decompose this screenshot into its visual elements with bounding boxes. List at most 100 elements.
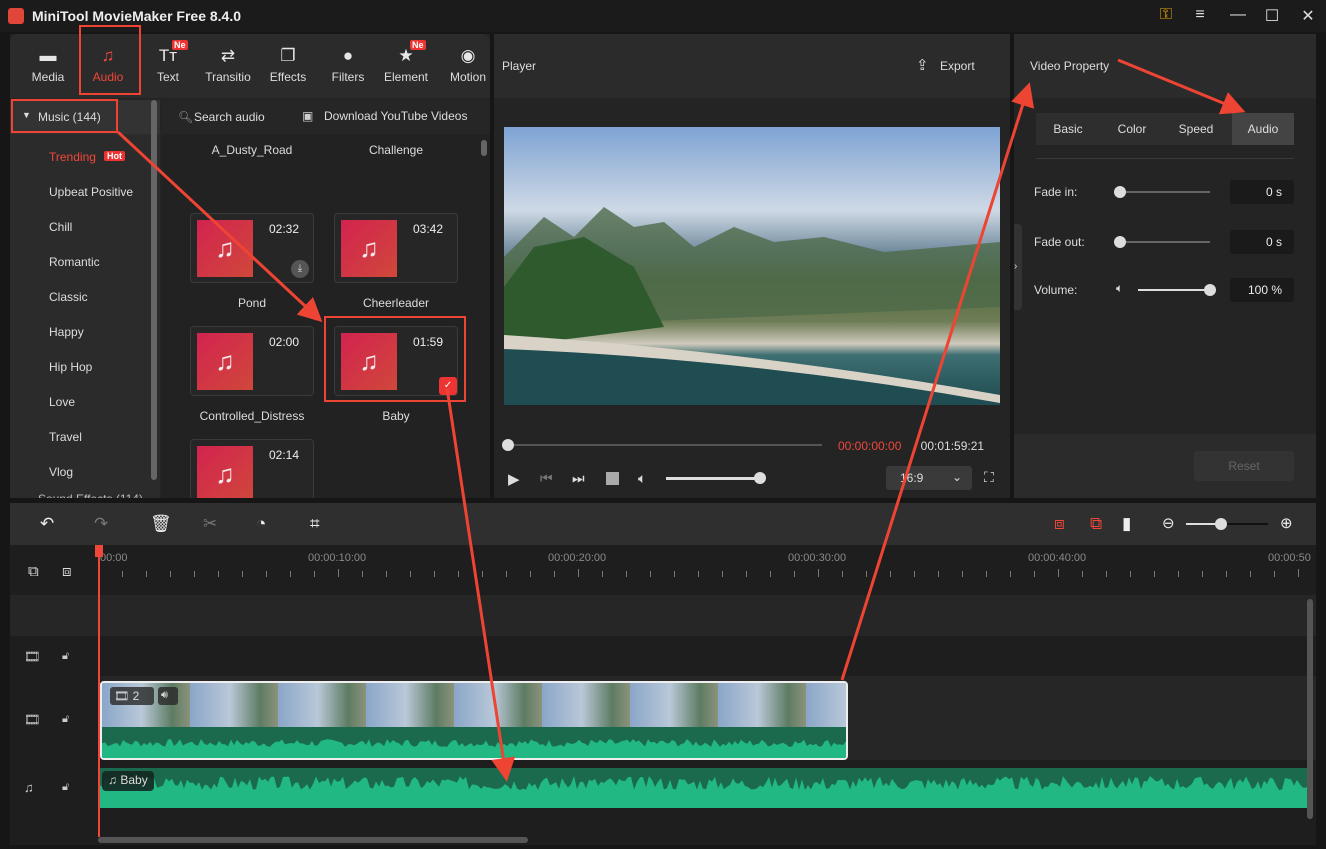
remove-track-icon[interactable]: ⧈ bbox=[62, 563, 72, 580]
tab-filters[interactable]: ●Filters bbox=[318, 34, 378, 98]
tab-basic[interactable]: Basic bbox=[1036, 113, 1100, 145]
fit-icon[interactable]: ⧈ bbox=[1054, 514, 1065, 534]
minimize-button[interactable]: — bbox=[1226, 6, 1250, 24]
fade-in-knob[interactable] bbox=[1114, 186, 1126, 198]
search-audio-button[interactable]: Search audio bbox=[194, 110, 265, 124]
fade-out-knob[interactable] bbox=[1114, 236, 1126, 248]
audio-card[interactable]: ♫02:00 bbox=[190, 326, 314, 396]
music-category-header[interactable]: ▼ Music (144) bbox=[10, 100, 160, 134]
grid-scrollbar[interactable] bbox=[481, 140, 487, 156]
ruler-tick bbox=[770, 571, 771, 577]
app-logo bbox=[8, 8, 24, 24]
volume-icon[interactable]: 🔈︎ bbox=[638, 470, 646, 487]
category-scrollbar[interactable] bbox=[151, 100, 157, 480]
tab-element[interactable]: ★ElementNe bbox=[376, 34, 436, 98]
download-youtube-button[interactable]: Download YouTube Videos bbox=[324, 109, 467, 123]
close-button[interactable]: ✕ bbox=[1296, 6, 1320, 26]
lock-icon[interactable]: 🔓︎ bbox=[62, 650, 69, 663]
category-item[interactable]: Trending bbox=[49, 150, 96, 164]
export-button[interactable]: Export bbox=[940, 59, 975, 73]
ruler-tick bbox=[914, 571, 915, 577]
tab-label: Media bbox=[18, 70, 78, 84]
playhead[interactable] bbox=[98, 545, 100, 837]
play-icon[interactable]: ▶ bbox=[508, 470, 520, 488]
ruler-tick bbox=[506, 571, 507, 577]
split-icon[interactable]: ✂ bbox=[203, 514, 217, 534]
timeline-tracks: 🎞︎ 🔓︎ 🎞︎ 🔓︎ ♫ 🔓︎ 🎞︎ 2 🔊︎ ♫ Baby bbox=[10, 595, 1316, 845]
player-header: Player ⇪ Export bbox=[494, 34, 1010, 98]
sound-effects-header[interactable]: Sound Effects (114) bbox=[38, 492, 143, 498]
fullscreen-icon[interactable]: ⛶ bbox=[984, 469, 994, 486]
volume-slider[interactable] bbox=[666, 477, 760, 480]
audio-card[interactable]: ♫02:14 bbox=[190, 439, 314, 498]
lock-icon[interactable]: 🔓︎ bbox=[62, 781, 69, 794]
property-volume-knob[interactable] bbox=[1204, 284, 1216, 296]
tab-audio[interactable]: Audio bbox=[1232, 113, 1294, 145]
fade-out-value[interactable]: 0 s bbox=[1230, 230, 1294, 254]
aspect-ratio-select[interactable]: 16:9 ⌄ bbox=[886, 466, 972, 490]
video-clip[interactable]: 🎞︎ 2 🔊︎ bbox=[100, 681, 848, 760]
tab-audio[interactable]: ♫Audio bbox=[78, 34, 138, 98]
stop-icon[interactable] bbox=[606, 472, 619, 485]
delete-icon[interactable]: 🗑︎ bbox=[150, 514, 172, 534]
tab-media[interactable]: ▬Media bbox=[18, 34, 78, 98]
volume-knob[interactable] bbox=[754, 472, 766, 484]
video-track-icon: 🎞︎ bbox=[24, 649, 41, 665]
audio-split-icon[interactable]: ▮ bbox=[1122, 514, 1131, 534]
speed-icon[interactable]: ◔ bbox=[256, 514, 266, 534]
category-item[interactable]: Vlog bbox=[49, 465, 73, 479]
collapse-panel-handle[interactable]: › bbox=[1014, 224, 1022, 310]
property-volume-slider[interactable] bbox=[1138, 289, 1210, 291]
lock-icon[interactable]: 🔓︎ bbox=[62, 713, 69, 726]
audio-card[interactable]: ♫03:42 bbox=[334, 213, 458, 283]
timeline-ruler[interactable]: ⧉ ⧈ 00:0000:00:10:0000:00:20:0000:00:30:… bbox=[10, 545, 1316, 595]
fade-in-value[interactable]: 0 s bbox=[1230, 180, 1294, 204]
volume-value[interactable]: 100 % bbox=[1230, 278, 1294, 302]
add-track-icon[interactable]: ⧉ bbox=[28, 563, 39, 580]
playback-knob[interactable] bbox=[502, 439, 514, 451]
zoom-out-icon[interactable]: ⊖ bbox=[1162, 514, 1175, 532]
horizontal-scrollbar[interactable] bbox=[98, 837, 528, 843]
vertical-scrollbar[interactable] bbox=[1307, 599, 1313, 819]
category-item[interactable]: Upbeat Positive bbox=[49, 185, 133, 199]
playhead-handle[interactable] bbox=[95, 545, 103, 557]
tab-effects[interactable]: ❐Effects bbox=[258, 34, 318, 98]
playback-progress[interactable] bbox=[508, 444, 822, 446]
maximize-button[interactable]: ☐ bbox=[1260, 6, 1284, 26]
tab-speed[interactable]: Speed bbox=[1164, 113, 1228, 145]
key-icon[interactable]: ⚿ bbox=[1154, 6, 1178, 24]
redo-icon[interactable]: ↷ bbox=[94, 514, 108, 534]
category-item[interactable]: Chill bbox=[49, 220, 72, 234]
undo-icon[interactable]: ↶ bbox=[40, 514, 54, 534]
tab-transitio[interactable]: ⇄Transitio bbox=[198, 34, 258, 98]
audio-card[interactable]: ♫01:59✓ bbox=[334, 326, 458, 396]
tab-motion[interactable]: ◉Motion bbox=[438, 34, 498, 98]
audio-card[interactable]: ♫02:32⤓ bbox=[190, 213, 314, 283]
download-icon[interactable]: ⤓ bbox=[291, 260, 309, 278]
category-item[interactable]: Romantic bbox=[49, 255, 100, 269]
tab-text[interactable]: TтTextNe bbox=[138, 34, 198, 98]
next-frame-icon[interactable]: ⏭ bbox=[572, 470, 585, 487]
export-icon[interactable]: ⇪ bbox=[916, 56, 929, 74]
category-item[interactable]: Happy bbox=[49, 325, 84, 339]
music-icon: ♫ bbox=[78, 46, 138, 66]
menu-button[interactable]: ≡ bbox=[1188, 6, 1212, 24]
added-check-icon[interactable]: ✓ bbox=[439, 377, 457, 395]
clip-audio-icon[interactable]: 🔊︎ bbox=[158, 687, 178, 705]
reset-button[interactable]: Reset bbox=[1194, 451, 1294, 481]
crop-icon[interactable]: ⌗ bbox=[310, 514, 320, 534]
audio-clip[interactable]: ♫ Baby bbox=[100, 768, 1310, 808]
fade-in-slider[interactable] bbox=[1120, 191, 1210, 193]
fade-out-slider[interactable] bbox=[1120, 241, 1210, 243]
category-item[interactable]: Classic bbox=[49, 290, 88, 304]
youtube-icon: ▣ bbox=[302, 109, 313, 123]
category-item[interactable]: Travel bbox=[49, 430, 82, 444]
category-item[interactable]: Hip Hop bbox=[49, 360, 92, 374]
waveform-shape bbox=[100, 776, 1310, 808]
snap-icon[interactable]: ⧉ bbox=[1090, 514, 1102, 534]
zoom-knob[interactable] bbox=[1215, 518, 1227, 530]
tab-color[interactable]: Color bbox=[1100, 113, 1164, 145]
category-item[interactable]: Love bbox=[49, 395, 75, 409]
zoom-in-icon[interactable]: ⊕ bbox=[1280, 514, 1293, 532]
previous-frame-icon[interactable]: ⏮ bbox=[540, 470, 553, 487]
